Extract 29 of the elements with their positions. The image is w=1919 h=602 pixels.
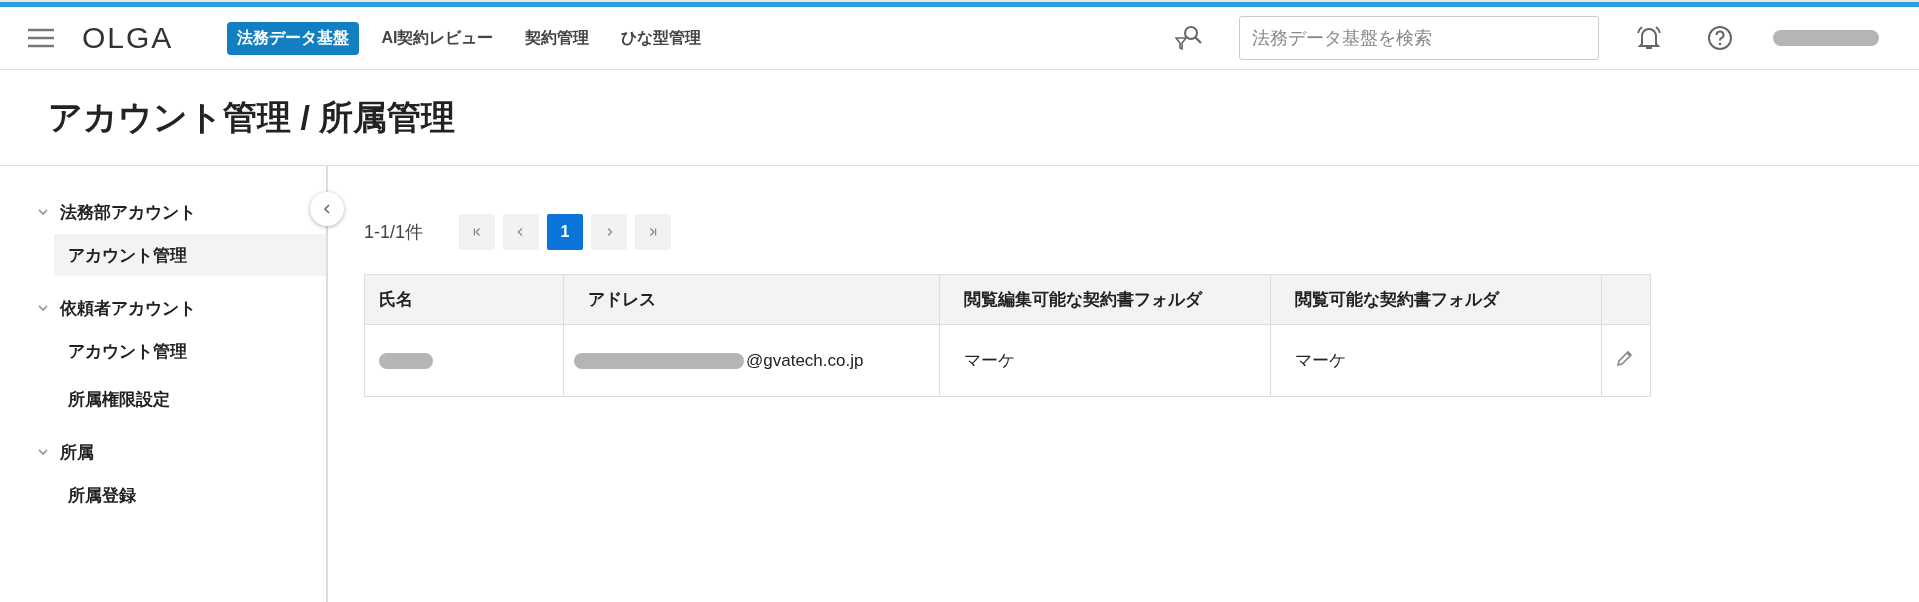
table-cell: @gvatech.co.jp [746,350,864,371]
menu-icon[interactable] [28,28,54,48]
column-header: 氏名 [364,274,564,325]
search-field[interactable]: 法務データ基盤を検索 [1239,16,1599,60]
nav-tab[interactable]: 契約管理 [515,21,600,55]
sidebar-item[interactable]: 所属権限設定 [54,378,326,420]
logo[interactable]: OLGA [82,21,174,55]
table-cell: マーケ [964,351,1015,370]
redacted-name [379,352,433,369]
nav-tab[interactable]: ひな型管理 [611,21,712,55]
edit-icon[interactable] [1616,349,1634,367]
sidebar-group[interactable]: 所属 [60,440,94,464]
help-icon[interactable] [1707,25,1733,51]
filter-search-icon[interactable] [1175,25,1203,51]
result-count: 1-1/1件 [364,221,424,244]
page-title: アカウント管理 / 所属管理 [48,96,456,138]
column-header: アドレス [563,274,940,325]
nav-tab[interactable]: 法務データ基盤 [227,21,360,55]
column-header: 閲覧可能な契約書フォルダ [1270,274,1602,325]
sidebar-item[interactable]: アカウント管理 [54,330,326,372]
sidebar-group[interactable]: 法務部アカウント [60,200,196,224]
nav-tab[interactable]: AI契約レビュー [371,21,504,55]
sidebar-item[interactable]: アカウント管理 [54,234,326,276]
table-cell: マーケ [1295,351,1346,370]
sidebar-item[interactable]: 所属登録 [54,474,326,516]
column-header: 閲覧編集可能な契約書フォルダ [939,274,1271,325]
bell-icon[interactable] [1635,24,1663,52]
page-button[interactable]: 1 [547,214,584,250]
sidebar-group[interactable]: 依頼者アカウント [60,296,196,320]
